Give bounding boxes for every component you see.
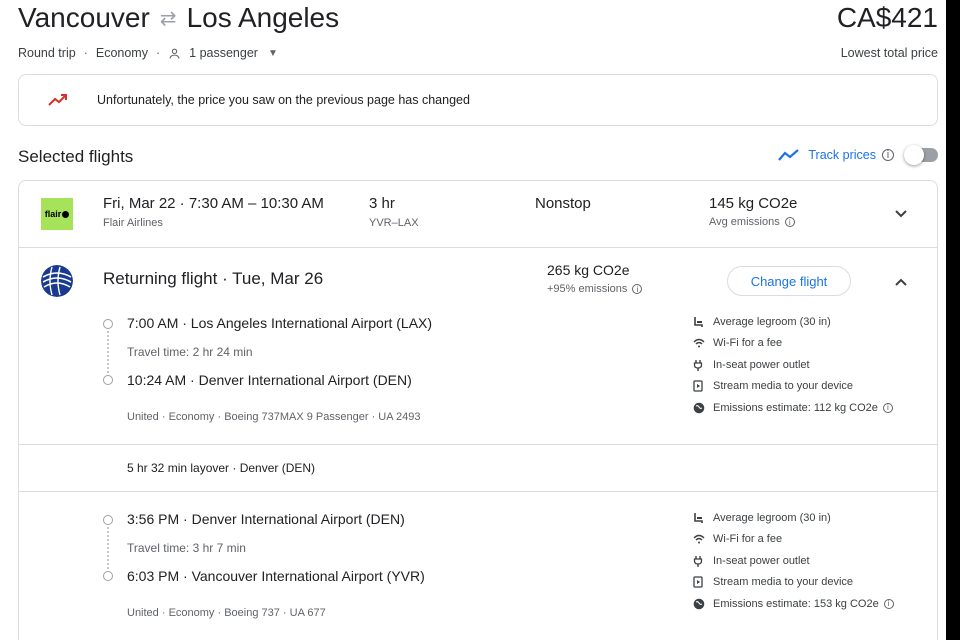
price-change-notice: Unfortunately, the price you saw on the … [18,74,938,126]
power-plug-icon [693,359,713,371]
amenity-item: Wi-Fi for a fee [693,529,894,551]
segment-flight-info: United · Economy · Boeing 737 · UA 677 [127,607,326,619]
arrival-dot [103,375,113,385]
segment-arrival: 10:24 AM · Denver International Airport … [127,372,412,388]
wifi-icon [693,338,713,348]
trending-up-icon [19,93,97,107]
amenity-item: Stream media to your device [693,572,894,594]
return-emissions: 265 kg CO2e [547,262,630,278]
selected-flights-card: flair Fri, Mar 22 · 7:30 AM – 10:30 AM F… [18,180,938,640]
destination-city: Los Angeles [186,2,340,33]
passenger-count: 1 passenger [189,46,258,60]
info-icon[interactable]: i [882,149,894,161]
section-title: Selected flights [18,147,134,166]
power-plug-icon [693,555,713,567]
outbound-stops: Nonstop [535,195,591,212]
departure-dot [103,515,113,525]
outbound-emissions: 145 kg CO2e [709,195,798,212]
amenity-item: Average legroom (30 in) [693,507,894,529]
united-airlines-logo [41,265,73,297]
outbound-times: Fri, Mar 22 · 7:30 AM – 10:30 AM [103,195,324,212]
trend-line-icon [778,149,800,161]
change-flight-button[interactable]: Change flight [727,266,851,296]
departure-dot [103,319,113,329]
notice-text: Unfortunately, the price you saw on the … [97,93,470,107]
swap-arrows-icon: ⇄ [159,7,177,30]
flight-segment: 7:00 AM · Los Angeles International Airp… [19,313,937,443]
amenity-item: In-seat power outlet [693,354,893,376]
flair-airlines-logo: flair [41,198,73,230]
amenities-list: Average legroom (30 in) Wi-Fi for a fee … [693,311,893,419]
chevron-down-icon[interactable] [895,205,907,221]
track-prices-label[interactable]: Track prices [808,148,876,162]
outbound-flight-row[interactable]: flair Fri, Mar 22 · 7:30 AM – 10:30 AM F… [19,181,937,248]
trip-type: Round trip [18,46,76,60]
segment-departure: 7:00 AM · Los Angeles International Airp… [127,315,433,331]
amenity-item: Stream media to your device [693,376,893,398]
outbound-airline: Flair Airlines [103,217,163,229]
returning-flight-title: Returning flight · Tue, Mar 26 [103,269,324,288]
layover-text: 5 hr 32 min layover · Denver (DEN) [127,461,316,475]
globe-icon [693,598,713,610]
outbound-emissions-note: Avg emissions i [709,216,795,228]
info-icon[interactable]: i [883,598,894,609]
layover-row: 5 hr 32 min layover · Denver (DEN) [19,444,937,492]
flight-segment: 3:56 PM · Denver International Airport (… [19,509,937,639]
arrival-dot [103,571,113,581]
route-heading: Vancouver ⇄ Los Angeles [18,2,339,34]
chevron-up-icon[interactable] [895,273,907,289]
amenity-item: In-seat power outlet [693,550,894,572]
caret-down-icon: ▼ [267,47,278,59]
amenities-list: Average legroom (30 in) Wi-Fi for a fee … [693,507,894,615]
track-prices-toggle[interactable] [904,145,938,165]
flight-booking-page: Vancouver ⇄ Los Angeles CA$421 Round tri… [0,0,946,640]
total-price: CA$421 [836,2,938,33]
stream-media-icon [693,576,713,588]
amenity-item: Emissions estimate: 112 kg CO2e i [693,397,893,419]
origin-city: Vancouver [18,2,150,33]
person-icon [169,48,180,58]
cabin-class: Economy [95,46,148,60]
amenity-item: Wi-Fi for a fee [693,333,893,355]
trip-options: Round trip · Economy · 1 passenger ▼ [18,46,278,60]
legroom-icon [693,512,713,524]
segment-arrival: 6:03 PM · Vancouver International Airpor… [127,568,425,584]
segment-departure: 3:56 PM · Denver International Airport (… [127,511,405,527]
globe-icon [693,402,713,414]
price-note: Lowest total price [840,46,938,60]
wifi-icon [693,534,713,544]
info-icon[interactable]: i [784,217,795,227]
segment-flight-info: United · Economy · Boeing 737MAX 9 Passe… [127,411,421,423]
amenity-item: Emissions estimate: 153 kg CO2e i [693,593,894,615]
info-icon[interactable]: i [882,402,893,413]
return-emissions-note: +95% emissions i [547,283,643,295]
amenity-item: Average legroom (30 in) [693,311,893,333]
stream-media-icon [693,380,713,392]
track-prices: Track prices i [778,145,938,165]
segment-travel-time: Travel time: 2 hr 24 min [127,345,253,359]
info-icon[interactable]: i [632,284,643,294]
segment-travel-time: Travel time: 3 hr 7 min [127,541,246,555]
passenger-selector[interactable]: 1 passenger ▼ [168,46,278,60]
outbound-route: YVR–LAX [369,217,419,229]
legroom-icon [693,316,713,328]
outbound-duration: 3 hr [369,195,395,212]
